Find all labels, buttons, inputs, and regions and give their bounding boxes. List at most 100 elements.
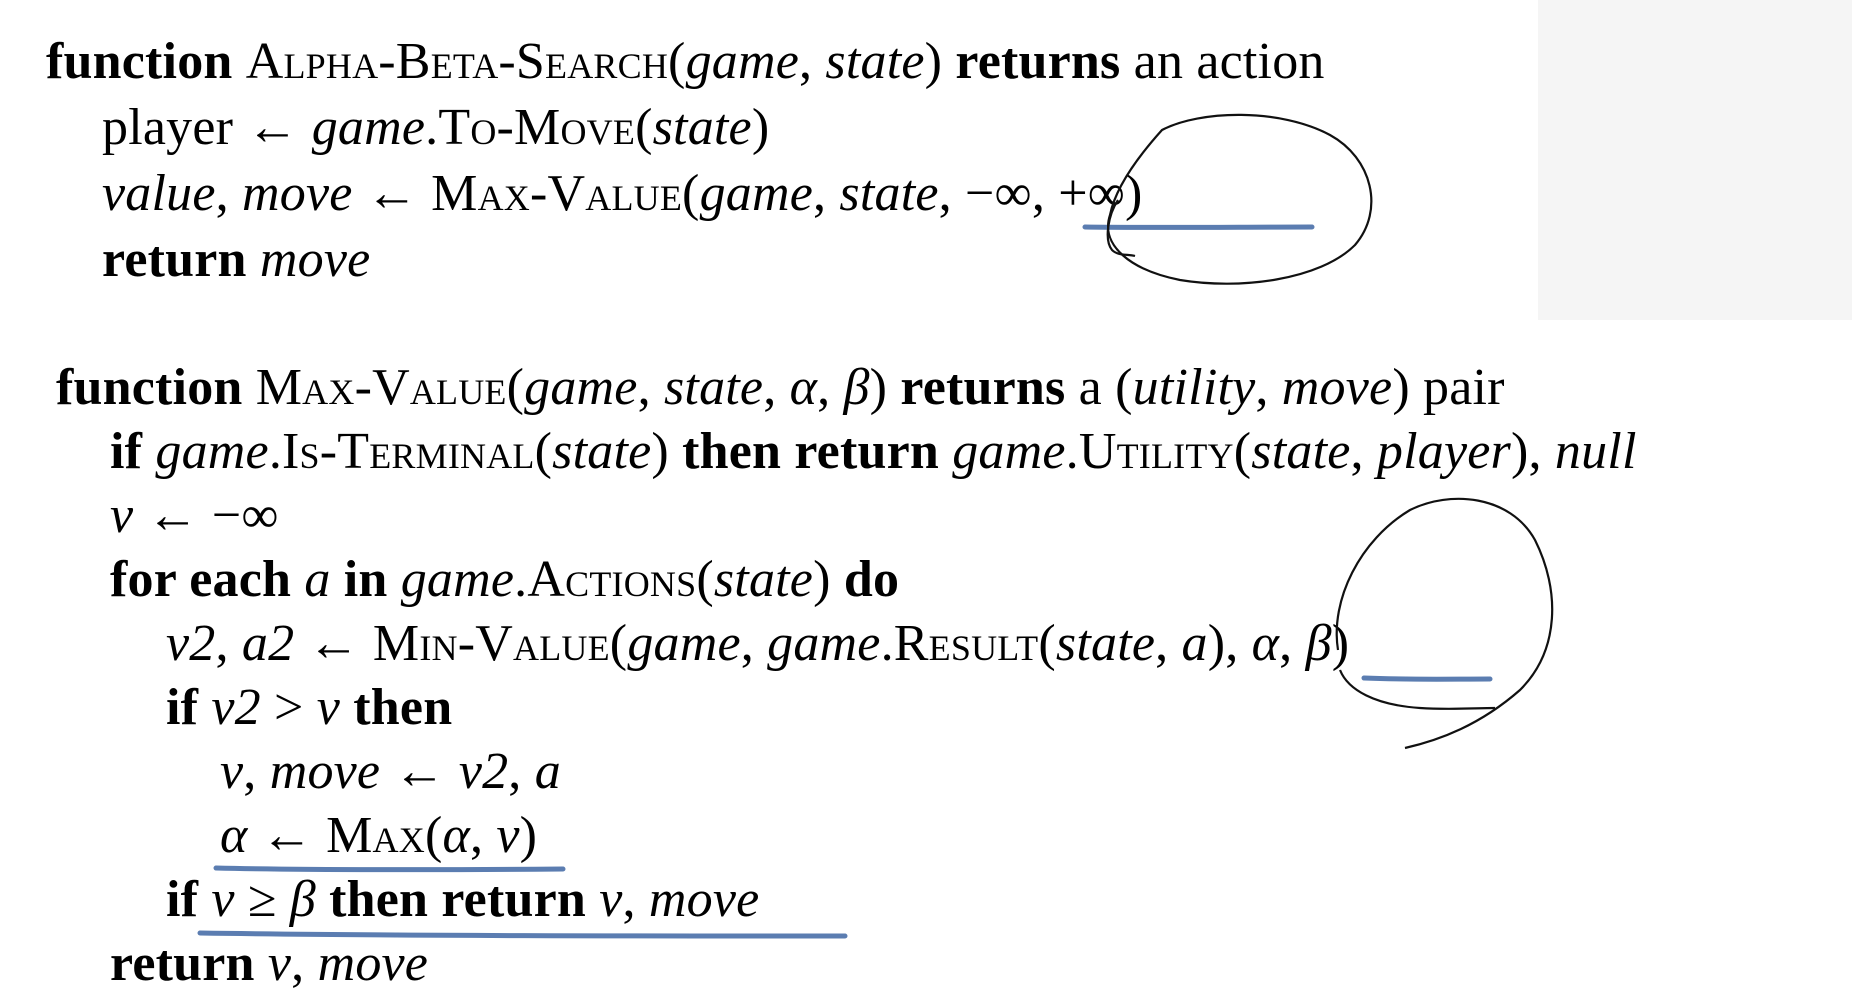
keyword-function: function (56, 359, 243, 416)
paren: ( (635, 99, 653, 156)
paren: ) (869, 359, 888, 416)
background-panel (1538, 0, 1852, 320)
var-move: move (259, 231, 371, 288)
comma: , (1279, 615, 1306, 672)
paren: ( (534, 423, 553, 480)
fn-utility: Utility (1078, 423, 1234, 480)
comma: , (508, 743, 535, 800)
keyword-return: return (110, 935, 255, 992)
var-game: game (311, 99, 426, 156)
paren: ( (506, 359, 525, 416)
paren: ( (668, 33, 686, 90)
search-line-1: function Alpha-Beta-Search(game, state) … (46, 32, 1325, 92)
param-state: state (825, 33, 925, 90)
search-line-4: return move (102, 230, 370, 290)
var-move: move (269, 743, 381, 800)
keyword-if: if (166, 679, 199, 736)
comma: , (740, 615, 768, 672)
var-move: move (1281, 359, 1393, 416)
keyword-if: if (166, 871, 199, 928)
max-line-8: α ← Max(α, v) (220, 806, 537, 866)
keyword-then-return: then return (682, 423, 940, 480)
operator-gt: > (260, 679, 317, 736)
var-game: game (952, 423, 1066, 480)
var-state: state (552, 423, 652, 480)
comma: , (763, 359, 790, 416)
keyword-if: if (110, 423, 143, 480)
fn-actions: Actions (527, 551, 697, 608)
paren: ( (1233, 423, 1252, 480)
keyword-for-each: for each (110, 551, 292, 608)
handdrawn-circle-bottom (1335, 497, 1554, 750)
fn-to-move: To-Move (438, 99, 636, 156)
var-game: game (155, 423, 269, 480)
param-alpha: α (789, 359, 818, 416)
paren: ( (682, 165, 700, 222)
var-beta: β (289, 871, 316, 928)
infinity-args: −∞, +∞ (965, 165, 1126, 222)
paren: ) (751, 99, 770, 156)
comma: , (799, 33, 826, 90)
comma: , (215, 165, 243, 222)
var-utility: utility (1132, 359, 1256, 416)
max-line-5: v2, a2 ← Min-Value(game, game.Result(sta… (166, 614, 1349, 674)
var-move: move (648, 871, 760, 928)
comma: , (622, 871, 649, 928)
comma: , (291, 935, 318, 992)
paren: ( (609, 615, 628, 672)
var-alpha: α (442, 807, 470, 864)
paren: ) (1207, 615, 1226, 672)
paren: ) (651, 423, 669, 480)
var-v2: v2 (211, 679, 261, 736)
keyword-then-return: then return (329, 871, 587, 928)
search-line-2: player ← game.To-Move(state) (102, 98, 769, 158)
var-a: a (304, 551, 331, 608)
param-beta: β (843, 359, 870, 416)
arrow: ← (233, 99, 312, 156)
var-game: game (767, 615, 881, 672)
var-state: state (839, 165, 939, 222)
var-state: state (1055, 615, 1156, 672)
max-line-9: if v ≥ β then return v, move (166, 870, 759, 930)
var-a: a (534, 743, 561, 800)
comma: , (817, 359, 844, 416)
max-line-7: v, move ← v2, a (220, 742, 561, 802)
var-game: game (400, 551, 515, 608)
handdrawn-circle-top (1107, 113, 1373, 285)
function-name: Alpha-Beta-Search (245, 33, 669, 90)
var-player: player (1376, 423, 1511, 480)
comma: , (215, 615, 242, 672)
var-v2: v2 (458, 743, 509, 800)
var-v: v (599, 871, 623, 928)
paren: ) (1125, 165, 1143, 222)
keyword-function: function (46, 33, 233, 90)
var-alpha: α (1251, 615, 1280, 672)
keyword-returns: returns (900, 359, 1066, 416)
max-line-6: if v2 > v then (166, 678, 452, 738)
var-null: null (1554, 423, 1637, 480)
dot: . (268, 423, 283, 480)
var-v: v (110, 487, 134, 544)
text: a ( (1078, 359, 1133, 416)
var-move: move (317, 935, 429, 992)
var-v: v (496, 807, 520, 864)
arrow: ← (247, 807, 327, 864)
var-beta: β (1305, 615, 1332, 672)
param-game: game (685, 33, 800, 90)
arrow: ← (294, 615, 373, 672)
keyword-in: in (343, 551, 388, 608)
var-player: player (102, 99, 234, 156)
max-line-1: function Max-Value(game, state, α, β) re… (56, 358, 1505, 418)
handdrawn-tail-bottom (1338, 669, 1496, 710)
comma: , (637, 359, 664, 416)
keyword-do: do (843, 551, 900, 608)
paren: ( (696, 551, 714, 608)
paren: ) (519, 807, 538, 864)
param-game: game (524, 359, 638, 416)
var-game: game (627, 615, 741, 672)
paren: ) (1331, 615, 1350, 672)
comma: , (938, 165, 966, 222)
comma: , (469, 807, 497, 864)
paren: ), (1510, 423, 1555, 480)
operator-ge: ≥ (234, 871, 290, 928)
